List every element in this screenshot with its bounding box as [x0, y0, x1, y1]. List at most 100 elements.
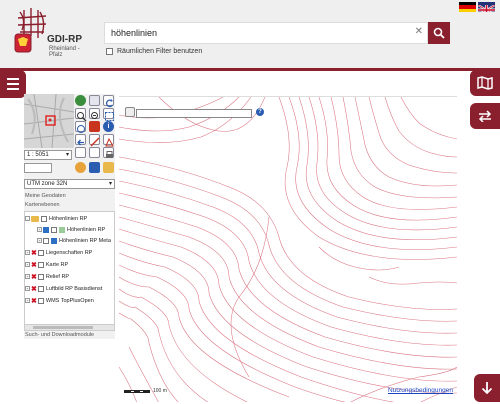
- scale-select[interactable]: 1 : 5051 ▾: [24, 150, 72, 160]
- my-geodata-label[interactable]: Meine Geodaten: [25, 193, 66, 199]
- expand-icon[interactable]: +: [25, 286, 30, 291]
- layer-checkbox[interactable]: [43, 237, 49, 244]
- zoom-box-icon[interactable]: [103, 108, 114, 121]
- header: GDI-RP Rheinland - Pfalz höhenlinien ✕ R…: [0, 0, 500, 68]
- menu-button[interactable]: [0, 70, 26, 98]
- terms-link[interactable]: Nutzungsbedingungen: [388, 387, 453, 394]
- horizontal-scrollbar[interactable]: [25, 324, 114, 330]
- list-icon[interactable]: [89, 95, 100, 106]
- area-measure-icon[interactable]: [103, 134, 114, 147]
- layer-row[interactable]: + Höhenlinien RP Meta: [37, 236, 114, 245]
- swap-view-button[interactable]: [470, 103, 500, 129]
- back-icon[interactable]: [75, 134, 86, 146]
- coordinate-icon[interactable]: [89, 147, 100, 158]
- layer-checkbox-checked[interactable]: [51, 237, 57, 244]
- expand-icon[interactable]: +: [25, 262, 30, 267]
- layer-tree: - Höhenlinien RP + Höhenlinien RP + Höhe…: [24, 211, 115, 331]
- layer-stack-icon[interactable]: [89, 121, 100, 132]
- search-input-value: höhenlinien: [111, 28, 158, 38]
- remove-icon[interactable]: ✖: [31, 261, 37, 269]
- spatial-filter-label: Räumlichen Filter benutzen: [117, 48, 203, 55]
- layer-label: Relief RP: [45, 273, 70, 280]
- layer-group-row[interactable]: + ✖ WMS TopPlusOpen: [25, 296, 114, 305]
- map-search-input[interactable]: [136, 109, 252, 118]
- layer-checkbox[interactable]: [37, 261, 44, 268]
- crs-select[interactable]: UTM zone 32N ▾: [24, 179, 115, 189]
- zoom-out-icon[interactable]: [89, 108, 100, 119]
- zoom-extent-icon[interactable]: [75, 121, 86, 133]
- layer-type-icon: [59, 226, 65, 233]
- expand-icon[interactable]: +: [25, 250, 30, 255]
- layer-group-row[interactable]: + ✖ Karte RP: [25, 260, 114, 269]
- layer-group-row[interactable]: + ✖ Liegenschaften RP: [25, 248, 114, 257]
- layer-group-row[interactable]: + ✖ Relief RP: [25, 272, 114, 281]
- scale-bar-label: 100 m: [153, 388, 167, 394]
- coordinate-input[interactable]: [24, 163, 52, 173]
- layer-checkbox[interactable]: [37, 273, 44, 280]
- layer-label: Höhenlinien RP: [67, 226, 106, 233]
- remove-icon[interactable]: ✖: [31, 273, 37, 281]
- info-icon[interactable]: i: [103, 121, 114, 132]
- spatial-filter-option[interactable]: Räumlichen Filter benutzen: [106, 48, 202, 55]
- spatial-filter-checkbox[interactable]: [106, 48, 113, 55]
- pan-icon[interactable]: [75, 147, 86, 158]
- scale-select-value: 1 : 5051: [27, 152, 49, 158]
- contour-lines-graphic: [119, 97, 457, 402]
- hamburger-icon-line: [7, 88, 19, 90]
- remove-icon[interactable]: ✖: [31, 297, 37, 305]
- measure-icon[interactable]: [89, 134, 100, 147]
- layer-checkbox[interactable]: [37, 285, 44, 292]
- layer-label: WMS TopPlusOpen: [45, 297, 94, 304]
- layer-checkbox[interactable]: [41, 215, 47, 222]
- print-icon[interactable]: [103, 147, 114, 158]
- map-view-button[interactable]: [470, 70, 500, 96]
- map-search-tool-icon[interactable]: [125, 107, 135, 117]
- swap-arrows-icon: [478, 110, 492, 122]
- layer-group-row[interactable]: + ✖ Luftbild RP Basisdienst: [25, 284, 114, 293]
- refresh-icon[interactable]: [103, 95, 114, 108]
- header-divider: [0, 68, 500, 71]
- chevron-down-icon: ▾: [65, 152, 69, 158]
- zoom-in-icon[interactable]: [75, 108, 87, 122]
- gdi-rp-logo[interactable]: GDI-RP Rheinland - Pfalz: [14, 6, 84, 58]
- search-input[interactable]: höhenlinien ✕: [104, 22, 428, 44]
- lock-icon[interactable]: [75, 162, 86, 173]
- layer-label: Höhenlinien RP Meta: [59, 237, 111, 244]
- downloads-label[interactable]: Such- und Downloadmodule: [25, 332, 94, 338]
- logo-subtitle: Rheinland - Pfalz: [49, 46, 80, 58]
- layer-label: Liegenschaften RP: [45, 249, 93, 256]
- save-icon[interactable]: [89, 162, 100, 173]
- globe-icon[interactable]: [75, 95, 86, 106]
- map-levels-label[interactable]: Kartenebenen: [25, 202, 60, 208]
- scale-bar: 100 m: [124, 388, 167, 394]
- expand-icon[interactable]: +: [37, 227, 42, 232]
- folder-icon[interactable]: [103, 162, 114, 173]
- layer-checkbox[interactable]: [37, 249, 44, 256]
- overview-map[interactable]: [24, 94, 74, 148]
- layer-checkbox[interactable]: [51, 226, 57, 233]
- scale-bar-graphic: [124, 389, 150, 393]
- layer-checkbox[interactable]: [37, 297, 44, 304]
- layer-row[interactable]: + Höhenlinien RP: [37, 225, 114, 234]
- toolbox-panel: i 1 : 5051 ▾ UTM zone 32N ▾ Meine Geodat…: [24, 94, 115, 339]
- remove-icon[interactable]: ✖: [31, 249, 37, 257]
- expand-icon[interactable]: +: [37, 238, 42, 243]
- chevron-down-icon: ▾: [108, 181, 112, 187]
- layer-group-row[interactable]: - Höhenlinien RP: [25, 214, 114, 223]
- arrow-down-icon: [481, 382, 493, 395]
- expand-icon[interactable]: +: [25, 274, 30, 279]
- layer-checkbox-checked[interactable]: [43, 226, 49, 233]
- english-flag-icon[interactable]: [478, 2, 495, 12]
- collapse-icon[interactable]: -: [25, 216, 30, 221]
- search-button[interactable]: [428, 22, 450, 44]
- map-icon: [477, 76, 493, 90]
- help-icon[interactable]: ?: [256, 108, 264, 116]
- expand-icon[interactable]: +: [25, 298, 30, 303]
- scroll-down-button[interactable]: [474, 374, 500, 402]
- german-flag-icon[interactable]: [459, 2, 476, 12]
- map-canvas[interactable]: ? 100 m Nutzungsbedingungen: [119, 96, 457, 402]
- remove-icon[interactable]: ✖: [31, 285, 37, 293]
- clear-search-icon[interactable]: ✕: [415, 26, 423, 37]
- scrollbar-thumb[interactable]: [33, 326, 93, 329]
- hamburger-icon-line: [7, 83, 19, 85]
